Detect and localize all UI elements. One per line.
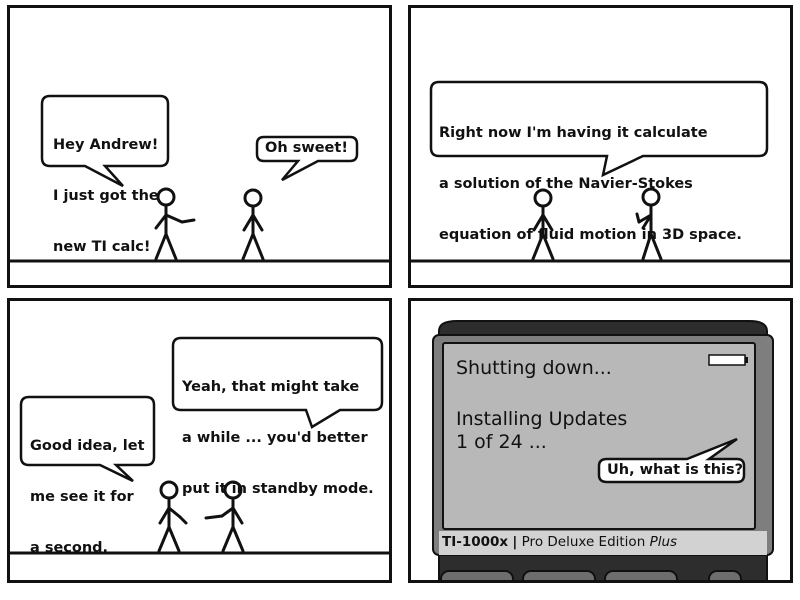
speech-text-left: Good idea, let me see it for a second. — [30, 404, 145, 580]
speech-text-left: Hey Andrew! I just got the new TI calc! — [53, 103, 159, 285]
calculator-key — [708, 570, 742, 580]
speech-text: Uh, what is this? — [607, 462, 744, 478]
calculator-key — [522, 570, 596, 580]
speech-line: put it in standby mode. — [182, 481, 374, 497]
speech-line: Yeah, that might take — [182, 379, 360, 395]
calculator-key — [440, 570, 514, 580]
calculator-brand: TI-1000x | Pro Deluxe Edition Plus — [442, 534, 677, 550]
comic-panel-4: Shutting down... Installing Updates 1 of… — [408, 298, 793, 583]
speech-line: Hey Andrew! — [53, 137, 159, 153]
brand-separator: | — [512, 534, 518, 550]
screen-status-text: Shutting down... — [456, 357, 612, 379]
stick-figure-left — [154, 187, 196, 261]
brand-edition: Pro Deluxe Edition — [521, 534, 646, 550]
speech-line: Good idea, let — [30, 438, 145, 454]
comic-panel-3: Yeah, that might take a while ... you'd … — [7, 298, 392, 583]
speech-text: Right now I'm having it calculate a solu… — [439, 91, 742, 278]
brand-model: TI-1000x — [442, 534, 509, 550]
stick-figure-right — [241, 188, 265, 261]
battery-icon — [708, 354, 748, 366]
screen-progress-text: 1 of 24 ... — [456, 431, 547, 453]
speech-text-right: Yeah, that might take a while ... you'd … — [182, 345, 374, 532]
speech-line: me see it for — [30, 489, 134, 505]
speech-line: new TI calc! — [53, 239, 151, 255]
speech-line: a second. — [30, 540, 109, 556]
screen-update-text: Installing Updates — [456, 408, 628, 430]
speech-text-right: Oh sweet! — [265, 140, 348, 156]
comic-panel-2: Right now I'm having it calculate a solu… — [408, 5, 793, 288]
calculator-key — [604, 570, 678, 580]
speech-line: Right now I'm having it calculate — [439, 125, 708, 141]
speech-line: I just got the — [53, 188, 159, 204]
speech-line: a while ... you'd better — [182, 430, 368, 446]
speech-line: equation of fluid motion in 3D space. — [439, 227, 742, 243]
speech-line: a solution of the Navier-Stokes — [439, 176, 693, 192]
brand-plus: Plus — [649, 534, 678, 550]
comic-panel-1: Hey Andrew! I just got the new TI calc! … — [7, 5, 392, 288]
